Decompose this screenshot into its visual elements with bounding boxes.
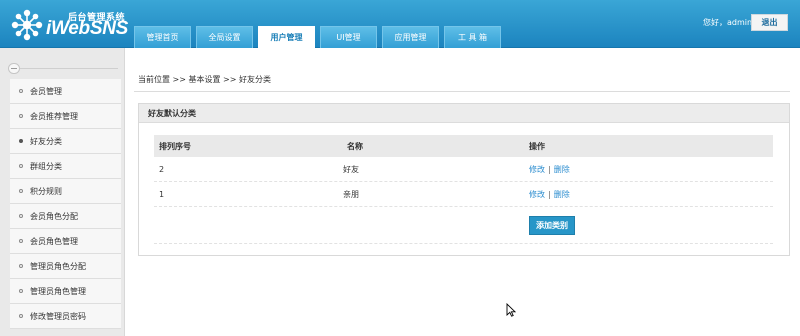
breadcrumb-divider (134, 91, 790, 92)
row-name: 亲朋 (343, 189, 359, 199)
tab-home[interactable]: 管理首页 (134, 26, 191, 48)
column-header-name: 名称 (347, 141, 363, 151)
delete-link[interactable]: 删除 (554, 190, 570, 199)
sidebar-item-label: 修改管理员密码 (30, 311, 86, 321)
sidebar-item-member-role-assign[interactable]: 会员角色分配 (10, 204, 121, 229)
add-category-button[interactable]: 添加类别 (529, 215, 575, 235)
sidebar-divider (8, 68, 118, 69)
sidebar-item-member-management[interactable]: 会员管理 (10, 79, 121, 104)
bullet-icon (19, 189, 23, 193)
edit-link[interactable]: 修改 (529, 190, 545, 199)
table-header: 排列序号 名称 操作 (154, 135, 773, 157)
bullet-icon (19, 214, 23, 218)
friend-category-panel: 好友默认分类 排列序号 名称 操作 2 好友 修改 | 删除 1 亲朋 修改 | 删除 … (138, 103, 790, 256)
sidebar-item-member-role-manage[interactable]: 会员角色管理 (10, 229, 121, 254)
bullet-icon (19, 264, 23, 268)
tab-global-settings[interactable]: 全局设置 (196, 26, 253, 48)
sidebar-item-change-admin-password[interactable]: 修改管理员密码 (10, 304, 121, 329)
collapse-toggle-icon[interactable] (8, 63, 20, 74)
top-header: 后台管理系统 iWebSNS 管理首页 全局设置 用户管理 UI管理 应用管理 … (0, 0, 800, 48)
sidebar-item-member-recommend[interactable]: 会员推荐管理 (10, 104, 121, 129)
sidebar-item-friend-category[interactable]: 好友分类 (10, 129, 121, 154)
sidebar-item-label: 管理员角色分配 (30, 261, 86, 271)
sidebar-item-label: 会员管理 (30, 86, 62, 96)
sidebar-item-label: 会员角色管理 (30, 236, 78, 246)
bullet-icon (19, 89, 23, 93)
logo-icon (11, 9, 43, 41)
edit-link[interactable]: 修改 (529, 165, 545, 174)
main-nav: 管理首页 全局设置 用户管理 UI管理 应用管理 工 具 箱 (134, 26, 501, 48)
sidebar-item-admin-role-assign[interactable]: 管理员角色分配 (10, 254, 121, 279)
table-row: 1 亲朋 修改 | 删除 (154, 182, 773, 207)
action-separator: | (548, 189, 551, 199)
add-row: 添加类别 (154, 207, 773, 244)
logout-button[interactable]: 退出 (751, 14, 788, 31)
bullet-icon (19, 239, 23, 243)
sidebar-item-label: 积分规则 (30, 186, 62, 196)
sidebar-item-group-category[interactable]: 群组分类 (10, 154, 121, 179)
row-order: 2 (159, 164, 165, 174)
sidebar-item-admin-role-manage[interactable]: 管理员角色管理 (10, 279, 121, 304)
sidebar-item-label: 会员角色分配 (30, 211, 78, 221)
breadcrumb: 当前位置 >> 基本设置 >> 好友分类 (138, 75, 271, 84)
sidebar-item-label: 群组分类 (30, 161, 62, 171)
panel-title: 好友默认分类 (139, 104, 789, 123)
bullet-icon (19, 114, 23, 118)
row-name: 好友 (343, 164, 359, 174)
row-actions: 修改 | 删除 (529, 189, 773, 200)
tab-user-management[interactable]: 用户管理 (258, 26, 315, 48)
row-actions: 修改 | 删除 (529, 164, 773, 175)
tab-app-management[interactable]: 应用管理 (382, 26, 439, 48)
bullet-icon (19, 289, 23, 293)
sidebar-item-label: 会员推荐管理 (30, 111, 78, 121)
user-greeting: 您好，admin (703, 18, 753, 27)
sidebar-item-points-rules[interactable]: 积分规则 (10, 179, 121, 204)
action-separator: | (548, 164, 551, 174)
column-header-actions: 操作 (529, 141, 545, 151)
bullet-icon (19, 164, 23, 168)
logo-title: iWebSNS (46, 18, 129, 39)
table-row: 2 好友 修改 | 删除 (154, 157, 773, 182)
sidebar-menu: 会员管理 会员推荐管理 好友分类 群组分类 积分规则 会员角色分配 会员角色管理 (10, 79, 121, 329)
bullet-icon (19, 139, 23, 143)
sidebar-collapse-bar (0, 58, 125, 78)
column-header-order: 排列序号 (159, 141, 191, 151)
sidebar-item-label: 好友分类 (30, 136, 62, 146)
sidebar: 会员管理 会员推荐管理 好友分类 群组分类 积分规则 会员角色分配 会员角色管理 (0, 48, 125, 336)
row-order: 1 (159, 189, 165, 199)
mouse-cursor-icon (506, 303, 516, 317)
bullet-icon (19, 314, 23, 318)
tab-toolbox[interactable]: 工 具 箱 (444, 26, 501, 48)
delete-link[interactable]: 删除 (554, 165, 570, 174)
sidebar-item-label: 管理员角色管理 (30, 286, 86, 296)
tab-ui-management[interactable]: UI管理 (320, 26, 377, 48)
category-table: 排列序号 名称 操作 2 好友 修改 | 删除 1 亲朋 修改 | 删除 添加类别 (154, 135, 773, 244)
